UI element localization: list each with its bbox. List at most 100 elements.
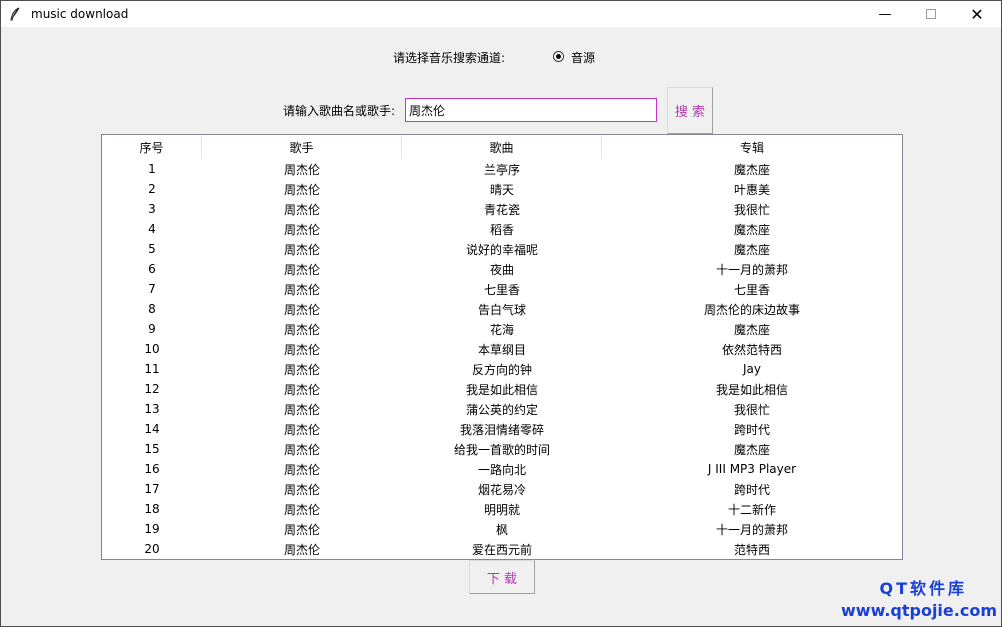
cell-index: 14: [144, 422, 160, 436]
cell-song: 一路向北: [477, 462, 526, 477]
table-row[interactable]: 12 周杰伦 我是如此相信 我是如此相信: [102, 379, 902, 399]
cell-album: 魔杰座: [733, 162, 770, 177]
cell-singer: 周杰伦: [283, 402, 320, 417]
cell-album: 魔杰座: [733, 222, 770, 237]
cell-album: 魔杰座: [733, 322, 770, 337]
table-row[interactable]: 9 周杰伦 花海 魔杰座: [102, 319, 902, 339]
cell-album: 十一月的萧邦: [715, 522, 788, 537]
table-row[interactable]: 11 周杰伦 反方向的钟 Jay: [102, 359, 902, 379]
header-index[interactable]: 序号: [102, 135, 202, 159]
cell-song: 说好的幸福呢: [465, 242, 538, 257]
cell-index: 1: [148, 162, 156, 176]
cell-index: 10: [144, 342, 160, 356]
table-row[interactable]: 16 周杰伦 一路向北 J III MP3 Player: [102, 459, 902, 479]
table-row[interactable]: 13 周杰伦 蒲公英的约定 我很忙: [102, 399, 902, 419]
watermark: QT软件库 www.qtpojie.com: [841, 575, 997, 620]
title-bar[interactable]: music download — ✕: [1, 1, 1001, 27]
cell-index: 20: [144, 542, 160, 556]
download-button[interactable]: 下 载: [469, 560, 535, 594]
table-row[interactable]: 18 周杰伦 明明就 十二新作: [102, 499, 902, 519]
cell-album: 魔杰座: [733, 242, 770, 257]
cell-song: 告白气球: [477, 302, 526, 317]
cell-index: 15: [144, 442, 160, 456]
cell-album: 范特西: [733, 542, 770, 557]
cell-singer: 周杰伦: [283, 342, 320, 357]
cell-song: 烟花易冷: [477, 482, 526, 497]
table-row[interactable]: 4 周杰伦 稻香 魔杰座: [102, 219, 902, 239]
cell-album: 我很忙: [733, 402, 770, 417]
table-row[interactable]: 17 周杰伦 烟花易冷 跨时代: [102, 479, 902, 499]
source-radio[interactable]: [553, 51, 564, 62]
minimize-icon: —: [878, 6, 892, 22]
watermark-title: QT软件库: [879, 579, 967, 598]
table-row[interactable]: 7 周杰伦 七里香 七里香: [102, 279, 902, 299]
cell-song: 给我一首歌的时间: [453, 442, 550, 457]
cell-singer: 周杰伦: [283, 322, 320, 337]
minimize-button[interactable]: —: [862, 1, 908, 27]
cell-singer: 周杰伦: [283, 542, 320, 557]
cell-album: 十一月的萧邦: [715, 262, 788, 277]
header-song[interactable]: 歌曲: [402, 135, 602, 159]
cell-index: 7: [148, 282, 156, 296]
results-table[interactable]: 序号 歌手 歌曲 专辑 1 周杰伦 兰亭序 魔杰座 2 周杰伦 晴天 叶惠美 3 周杰伦 青花瓷 我很…: [101, 134, 903, 560]
window-title: music download: [31, 7, 129, 21]
cell-singer: 周杰伦: [283, 262, 320, 277]
cell-index: 2: [148, 182, 156, 196]
table-row[interactable]: 1 周杰伦 兰亭序 魔杰座: [102, 159, 902, 179]
cell-song: 我是如此相信: [465, 382, 538, 397]
cell-singer: 周杰伦: [283, 302, 320, 317]
cell-index: 17: [144, 482, 160, 496]
cell-singer: 周杰伦: [283, 242, 320, 257]
cell-album: 七里香: [733, 282, 770, 297]
search-label: 请输入歌曲名或歌手:: [283, 104, 396, 118]
source-selector: 请选择音乐搜索通道: 音源: [1, 49, 1001, 67]
cell-singer: 周杰伦: [283, 282, 320, 297]
table-row[interactable]: 3 周杰伦 青花瓷 我很忙: [102, 199, 902, 219]
cell-song: 爱在西元前: [471, 542, 532, 557]
cell-song: 我落泪情绪零碎: [459, 422, 544, 437]
cell-song: 枫: [495, 522, 508, 537]
table-row[interactable]: 15 周杰伦 给我一首歌的时间 魔杰座: [102, 439, 902, 459]
cell-album: 周杰伦的床边故事: [703, 302, 800, 317]
table-row[interactable]: 5 周杰伦 说好的幸福呢 魔杰座: [102, 239, 902, 259]
cell-song: 晴天: [489, 182, 514, 197]
cell-singer: 周杰伦: [283, 182, 320, 197]
cell-album: 十二新作: [727, 502, 776, 517]
cell-index: 8: [148, 302, 156, 316]
cell-index: 11: [144, 362, 160, 376]
cell-singer: 周杰伦: [283, 202, 320, 217]
cell-album: 跨时代: [733, 482, 770, 497]
close-button[interactable]: ✕: [954, 1, 1000, 27]
cell-song: 本草纲目: [477, 342, 526, 357]
cell-index: 19: [144, 522, 160, 536]
cell-album: 叶惠美: [733, 182, 770, 197]
cell-singer: 周杰伦: [283, 442, 320, 457]
table-row[interactable]: 20 周杰伦 爱在西元前 范特西: [102, 539, 902, 559]
header-album[interactable]: 专辑: [602, 135, 902, 159]
cell-album: J III MP3 Player: [707, 462, 797, 476]
cell-song: 明明就: [483, 502, 520, 517]
cell-singer: 周杰伦: [283, 362, 320, 377]
cell-album: 跨时代: [733, 422, 770, 437]
cell-index: 16: [144, 462, 160, 476]
table-row[interactable]: 14 周杰伦 我落泪情绪零碎 跨时代: [102, 419, 902, 439]
cell-album: 我是如此相信: [715, 382, 788, 397]
cell-index: 18: [144, 502, 160, 516]
table-row[interactable]: 2 周杰伦 晴天 叶惠美: [102, 179, 902, 199]
header-singer[interactable]: 歌手: [202, 135, 402, 159]
source-option-label[interactable]: 音源: [571, 49, 595, 66]
cell-index: 9: [148, 322, 156, 336]
table-row[interactable]: 6 周杰伦 夜曲 十一月的萧邦: [102, 259, 902, 279]
maximize-icon: [926, 9, 936, 19]
maximize-button[interactable]: [908, 1, 954, 27]
cell-song: 夜曲: [489, 262, 514, 277]
search-button[interactable]: 搜 索: [667, 87, 713, 134]
close-icon: ✕: [970, 4, 984, 24]
table-row[interactable]: 19 周杰伦 枫 十一月的萧邦: [102, 519, 902, 539]
search-input[interactable]: [405, 98, 657, 122]
table-row[interactable]: 10 周杰伦 本草纲目 依然范特西: [102, 339, 902, 359]
cell-album: 我很忙: [733, 202, 770, 217]
table-row[interactable]: 8 周杰伦 告白气球 周杰伦的床边故事: [102, 299, 902, 319]
cell-album: 魔杰座: [733, 442, 770, 457]
cell-singer: 周杰伦: [283, 382, 320, 397]
